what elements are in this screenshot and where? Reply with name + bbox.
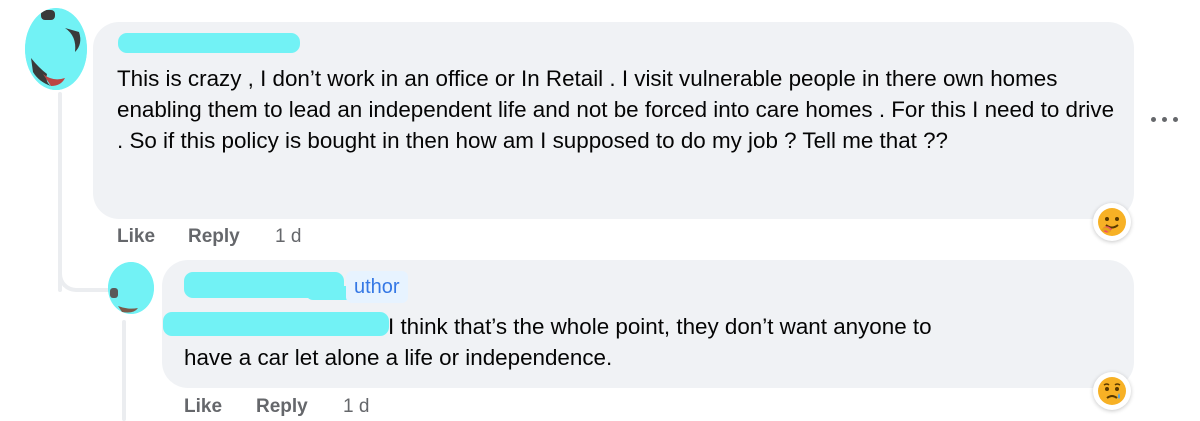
redacted-author-name (118, 33, 300, 53)
reply-reaction-badge[interactable] (1093, 372, 1131, 410)
like-button[interactable]: Like (117, 226, 155, 247)
reply-actions: Like (184, 396, 222, 418)
avatar[interactable] (25, 8, 87, 90)
comment-actions-time: 1 d (275, 226, 301, 248)
more-options-icon-dot (1162, 117, 1167, 122)
reply-button[interactable]: Reply (256, 396, 308, 417)
reply-actions-time: 1 d (343, 396, 369, 418)
comment-actions-reply: Reply (188, 226, 240, 248)
more-options-icon-dot (1173, 117, 1178, 122)
reply-button[interactable]: Reply (188, 226, 240, 247)
thread-line-reply (122, 320, 126, 421)
reply-actions-reply: Reply (256, 396, 308, 418)
redacted-mention (163, 312, 389, 336)
reply-avatar[interactable] (108, 262, 154, 314)
avatar-image (108, 262, 154, 314)
reaction-badge[interactable] (1093, 203, 1131, 241)
avatar-image (25, 8, 87, 90)
like-button[interactable]: Like (184, 396, 222, 417)
comment-text: This is crazy , I don’t work in an offic… (117, 66, 1115, 153)
more-options-icon (1151, 117, 1156, 122)
reply-text-line-2: have a car let alone a life or independe… (184, 345, 613, 370)
timestamp[interactable]: 1 d (275, 226, 301, 247)
sad-emoji-icon (1098, 377, 1126, 405)
author-badge: uthor (346, 271, 408, 303)
care-emoji-icon (1098, 208, 1126, 236)
comment-actions: Like (117, 226, 155, 248)
reply-text-line-1: I think that’s the whole point, they don… (388, 314, 932, 339)
timestamp[interactable]: 1 d (343, 396, 369, 417)
more-options-button[interactable] (1150, 107, 1180, 131)
